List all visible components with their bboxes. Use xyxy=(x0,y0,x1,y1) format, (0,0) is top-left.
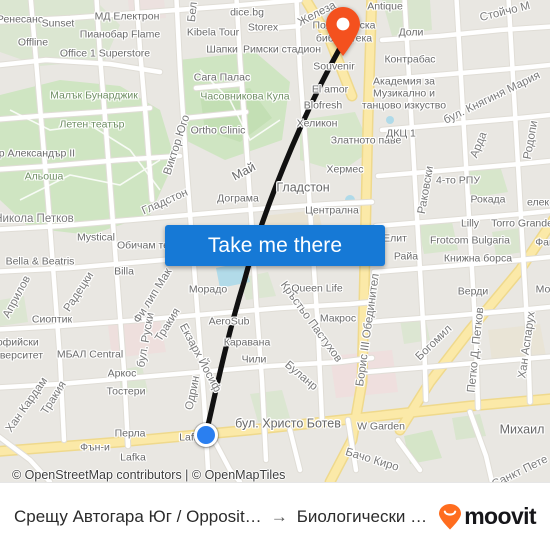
moovit-map-screen: .mj { stroke:#fbe9a8; stroke-linecap:rou… xyxy=(0,0,550,550)
attribution-text: © OpenStreetMap contributors | © OpenMap… xyxy=(12,468,286,482)
take-me-there-label: Take me there xyxy=(207,233,343,257)
map-pin-icon xyxy=(326,7,360,56)
destination-stop-name: Биологически … xyxy=(296,506,428,526)
origin-dot-marker[interactable] xyxy=(194,423,218,447)
map-attribution[interactable]: © OpenStreetMap contributors | © OpenMap… xyxy=(12,468,285,482)
map-canvas[interactable]: .mj { stroke:#fbe9a8; stroke-linecap:rou… xyxy=(0,0,550,482)
route-footer-bar: Срещу Автогара Юг / Opposit… → Биологиче… xyxy=(0,482,550,550)
arrow-right-icon: → xyxy=(270,506,288,526)
destination-pin-marker[interactable] xyxy=(324,7,362,62)
route-summary[interactable]: Срещу Автогара Юг / Opposit… → Биологиче… xyxy=(14,507,430,527)
moovit-wordmark: moovit xyxy=(464,503,536,529)
moovit-pin-icon xyxy=(439,503,462,529)
origin-stop-name: Срещу Автогара Юг / Opposit… xyxy=(14,506,262,526)
moovit-logo[interactable]: moovit xyxy=(438,503,537,530)
take-me-there-button[interactable]: Take me there xyxy=(165,225,385,266)
